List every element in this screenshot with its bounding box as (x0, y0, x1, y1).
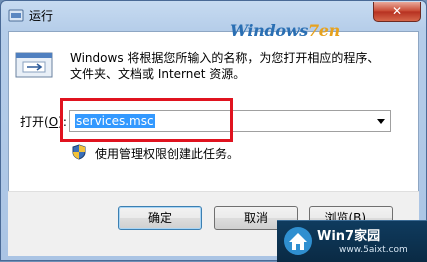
dialog-description: Windows 将根据您所输入的名称，为您打开相应的程序、 文件夹、文档或 In… (70, 50, 400, 82)
description-line-1: Windows 将根据您所输入的名称，为您打开相应的程序、 (70, 51, 380, 65)
dropdown-arrow-icon[interactable] (377, 119, 385, 124)
windows7en-logo: Windows7en (230, 21, 340, 40)
house-logo-icon (284, 227, 312, 255)
watermark-site: www.5aixt.com (339, 245, 408, 255)
highlight-box (60, 98, 233, 142)
title-bar[interactable]: 运行 ✕ (1, 1, 426, 31)
close-icon: ✕ (391, 4, 403, 18)
watermark-title: Win7家园 (317, 229, 381, 244)
run-app-icon (8, 9, 24, 22)
close-button[interactable]: ✕ (373, 2, 421, 22)
ok-button[interactable]: 确定 (118, 206, 202, 230)
description-line-2: 文件夹、文档或 Internet 资源。 (70, 67, 246, 81)
site-watermark: Win7家园 www.5aixt.com (277, 220, 427, 262)
window-title: 运行 (29, 9, 54, 23)
run-program-icon (15, 52, 53, 78)
uac-shield-icon (72, 144, 86, 160)
admin-privilege-note: 使用管理权限创建此任务。 (95, 147, 240, 161)
